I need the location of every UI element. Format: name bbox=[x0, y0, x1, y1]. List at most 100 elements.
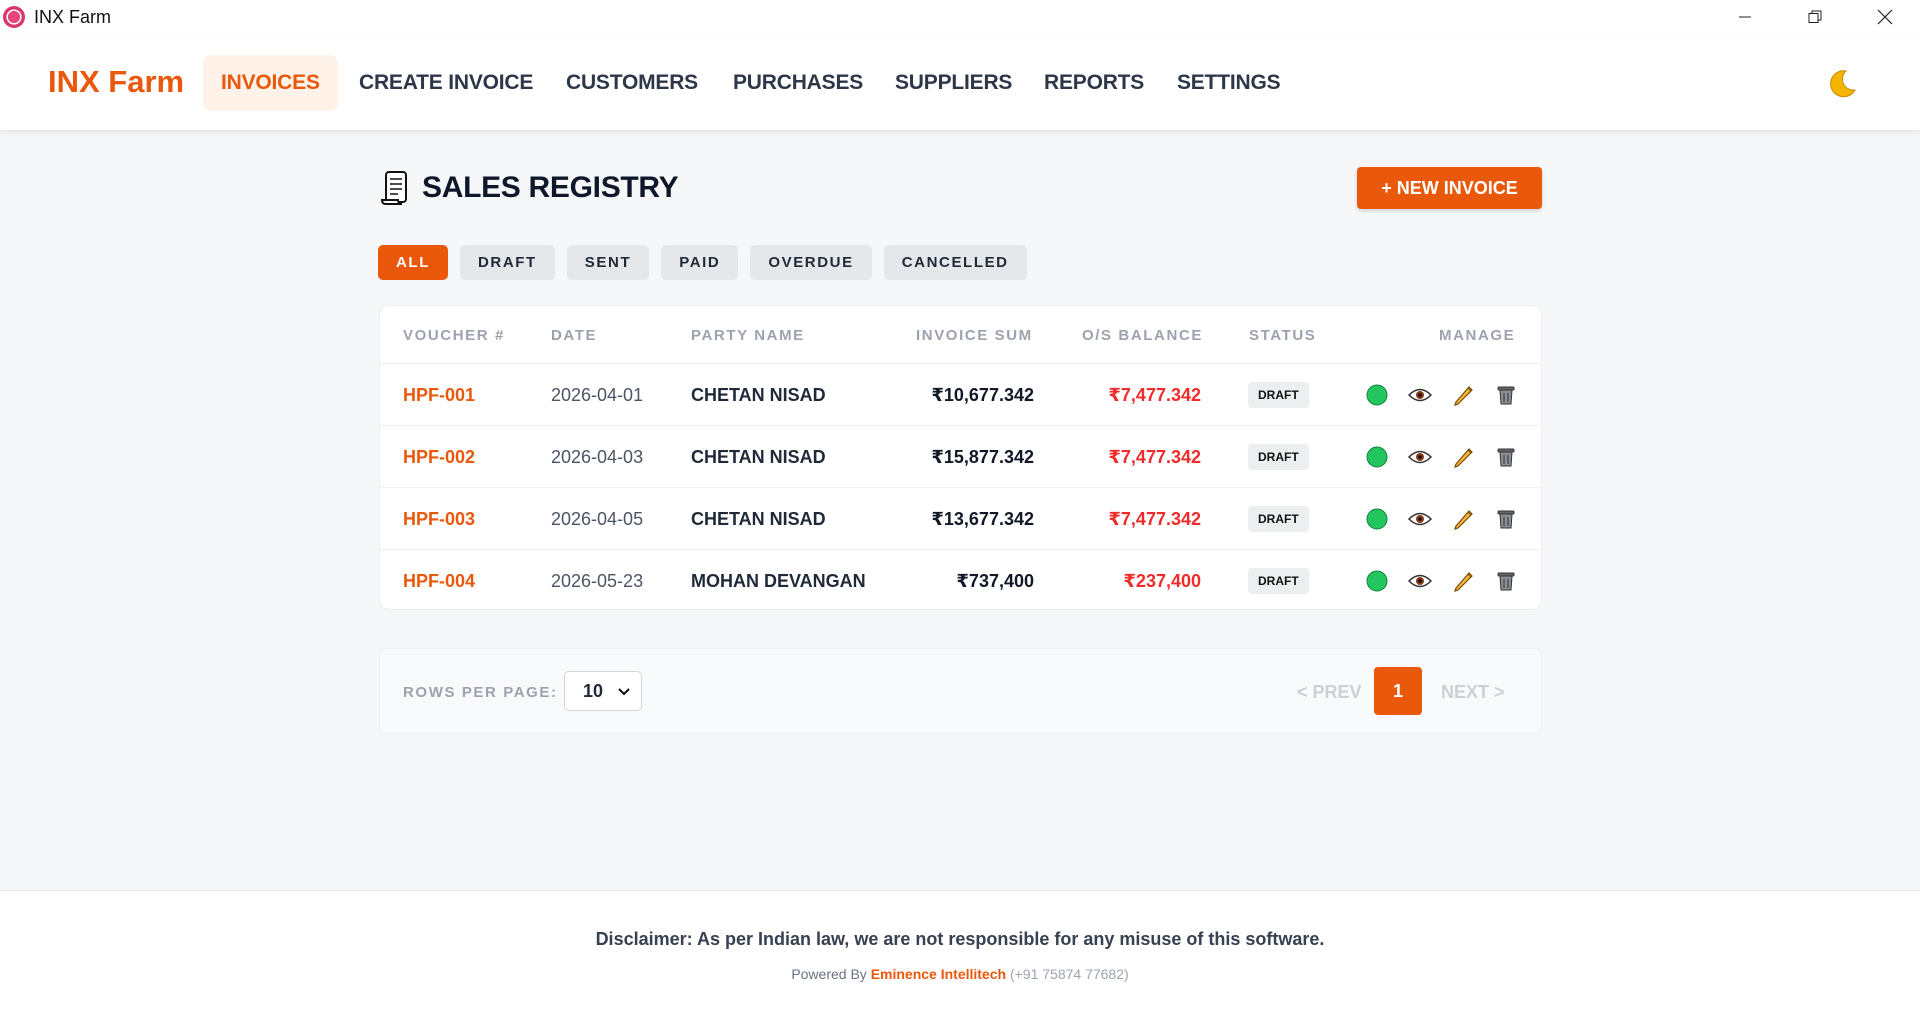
view-button[interactable] bbox=[1408, 383, 1432, 407]
chevron-down-icon bbox=[618, 688, 630, 696]
invoices-table: VOUCHER # DATE PARTY NAME INVOICE SUM O/… bbox=[379, 305, 1542, 610]
top-navbar: INX Farm INVOICES CREATE INVOICE CUSTOME… bbox=[0, 34, 1920, 130]
footer: Disclaimer: As per Indian law, we are no… bbox=[0, 890, 1920, 1013]
green-circle-icon bbox=[1366, 384, 1388, 406]
nav-invoices[interactable]: INVOICES bbox=[203, 55, 338, 111]
delete-button[interactable] bbox=[1494, 507, 1518, 531]
header-os-balance: O/S BALANCE bbox=[1082, 327, 1203, 344]
header-invoice-sum: INVOICE SUM bbox=[916, 327, 1033, 344]
table-row: HPF-002 2026-04-03 CHETAN NISAD ₹15,877.… bbox=[380, 426, 1541, 488]
filter-cancelled[interactable]: CANCELLED bbox=[883, 245, 1027, 280]
edit-button[interactable] bbox=[1451, 383, 1475, 407]
header-status: STATUS bbox=[1249, 327, 1317, 344]
mark-status-button[interactable] bbox=[1365, 445, 1389, 469]
theme-toggle-button[interactable] bbox=[1826, 68, 1858, 100]
delete-button[interactable] bbox=[1494, 569, 1518, 593]
filter-all[interactable]: ALL bbox=[378, 245, 448, 280]
nav-settings[interactable]: SETTINGS bbox=[1159, 55, 1298, 111]
delete-button[interactable] bbox=[1494, 445, 1518, 469]
view-button[interactable] bbox=[1408, 445, 1432, 469]
eye-icon bbox=[1408, 450, 1432, 464]
rows-per-page-value: 10 bbox=[583, 680, 604, 701]
party-name: CHETAN NISAD bbox=[691, 509, 826, 529]
os-balance: ₹7,477.342 bbox=[1108, 509, 1201, 529]
status-badge: DRAFT bbox=[1248, 382, 1309, 408]
moon-icon bbox=[1830, 70, 1856, 98]
close-button[interactable] bbox=[1850, 0, 1920, 34]
pencil-icon bbox=[1454, 572, 1473, 592]
voucher-link[interactable]: HPF-004 bbox=[403, 571, 475, 592]
view-button[interactable] bbox=[1408, 569, 1432, 593]
company-phone: (+91 75874 77682) bbox=[1009, 966, 1129, 982]
voucher-link[interactable]: HPF-002 bbox=[403, 447, 475, 468]
mark-status-button[interactable] bbox=[1365, 383, 1389, 407]
company-link[interactable]: Eminence Intellitech bbox=[871, 966, 1006, 982]
nav-reports[interactable]: REPORTS bbox=[1026, 55, 1162, 111]
view-button[interactable] bbox=[1408, 507, 1432, 531]
invoice-sum: ₹737,400 bbox=[956, 571, 1034, 591]
app-logo-icon bbox=[3, 6, 25, 28]
trash-icon bbox=[1497, 448, 1515, 467]
voucher-link[interactable]: HPF-003 bbox=[403, 509, 475, 530]
status-badge: DRAFT bbox=[1248, 506, 1309, 532]
eye-icon bbox=[1408, 512, 1432, 526]
nav-suppliers[interactable]: SUPPLIERS bbox=[877, 55, 1030, 111]
table-row: HPF-001 2026-04-01 CHETAN NISAD ₹10,677.… bbox=[380, 364, 1541, 426]
invoice-sum: ₹10,677.342 bbox=[931, 385, 1034, 405]
invoice-sum: ₹15,877.342 bbox=[931, 447, 1034, 467]
trash-icon bbox=[1497, 572, 1515, 591]
delete-button[interactable] bbox=[1494, 383, 1518, 407]
next-page-button[interactable]: NEXT > bbox=[1441, 682, 1505, 703]
filter-overdue[interactable]: OVERDUE bbox=[750, 245, 872, 280]
os-balance: ₹237,400 bbox=[1123, 571, 1201, 591]
edit-button[interactable] bbox=[1451, 507, 1475, 531]
nav-create-invoice[interactable]: CREATE INVOICE bbox=[341, 55, 551, 111]
nav-purchases[interactable]: PURCHASES bbox=[715, 55, 881, 111]
filter-draft[interactable]: DRAFT bbox=[459, 245, 555, 280]
eye-icon bbox=[1408, 388, 1432, 402]
scroll-icon bbox=[380, 171, 407, 205]
rows-per-page-select[interactable]: 10 bbox=[564, 671, 642, 711]
mark-status-button[interactable] bbox=[1365, 507, 1389, 531]
disclaimer-text: Disclaimer: As per Indian law, we are no… bbox=[595, 929, 1325, 949]
edit-button[interactable] bbox=[1451, 569, 1475, 593]
party-name: CHETAN NISAD bbox=[691, 447, 826, 467]
powered-by-prefix: Powered By bbox=[791, 966, 867, 982]
window-titlebar: INX Farm bbox=[0, 0, 1920, 34]
page-number-button[interactable]: 1 bbox=[1374, 667, 1422, 715]
restore-button[interactable] bbox=[1780, 0, 1850, 34]
filter-sent[interactable]: SENT bbox=[566, 245, 650, 280]
new-invoice-button[interactable]: + NEW INVOICE bbox=[1357, 167, 1542, 209]
green-circle-icon bbox=[1366, 446, 1388, 468]
green-circle-icon bbox=[1366, 570, 1388, 592]
pencil-icon bbox=[1454, 386, 1473, 406]
minimize-button[interactable] bbox=[1710, 0, 1780, 34]
header-date: DATE bbox=[551, 327, 598, 344]
table-row: HPF-004 2026-05-23 MOHAN DEVANGAN ₹737,4… bbox=[380, 550, 1541, 612]
status-badge: DRAFT bbox=[1248, 568, 1309, 594]
powered-by-text: Powered By Eminence Intellitech (+91 758… bbox=[0, 966, 1920, 982]
header-party: PARTY NAME bbox=[691, 327, 805, 344]
voucher-link[interactable]: HPF-001 bbox=[403, 385, 475, 406]
party-name: MOHAN DEVANGAN bbox=[691, 571, 866, 591]
trash-icon bbox=[1497, 386, 1515, 405]
brand-logo[interactable]: INX Farm bbox=[48, 64, 184, 100]
invoice-date: 2026-04-01 bbox=[551, 385, 644, 405]
status-filter-bar: ALL DRAFT SENT PAID OVERDUE CANCELLED bbox=[378, 245, 1039, 280]
pencil-icon bbox=[1454, 510, 1473, 530]
party-name: CHETAN NISAD bbox=[691, 385, 826, 405]
nav-customers[interactable]: CUSTOMERS bbox=[548, 55, 716, 111]
mark-status-button[interactable] bbox=[1365, 569, 1389, 593]
page-header: SALES REGISTRY bbox=[380, 170, 679, 206]
eye-icon bbox=[1408, 574, 1432, 588]
edit-button[interactable] bbox=[1451, 445, 1475, 469]
trash-icon bbox=[1497, 510, 1515, 529]
table-row: HPF-003 2026-04-05 CHETAN NISAD ₹13,677.… bbox=[380, 488, 1541, 550]
window-title: INX Farm bbox=[34, 6, 112, 27]
filter-paid[interactable]: PAID bbox=[661, 245, 739, 280]
invoice-date: 2026-04-05 bbox=[551, 509, 644, 529]
table-header: VOUCHER # DATE PARTY NAME INVOICE SUM O/… bbox=[380, 306, 1541, 364]
rows-per-page-label: ROWS PER PAGE: bbox=[403, 684, 558, 701]
prev-page-button[interactable]: < PREV bbox=[1297, 682, 1362, 703]
minimize-icon bbox=[1739, 16, 1751, 18]
